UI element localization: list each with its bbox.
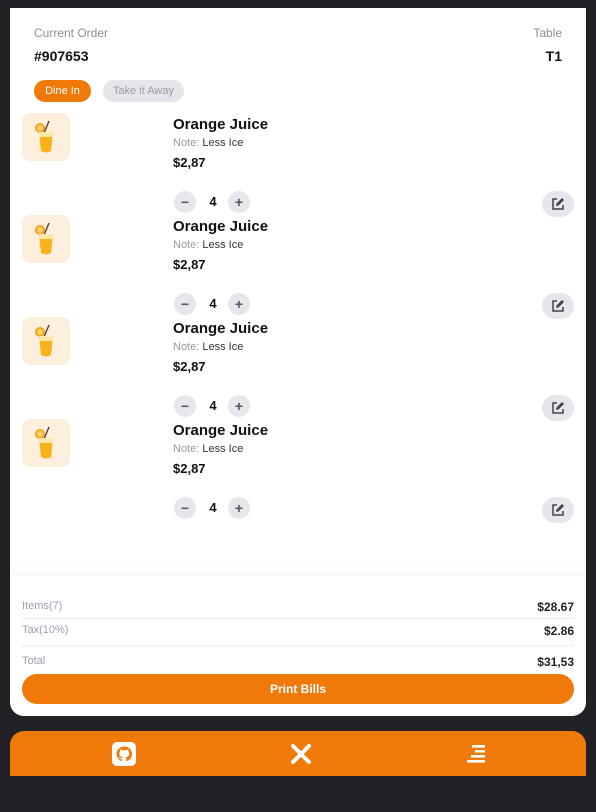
note-value: Less Ice <box>202 137 244 149</box>
decrease-quantity-button[interactable]: − <box>174 293 196 315</box>
increase-quantity-button[interactable]: + <box>228 191 250 213</box>
edit-icon <box>552 198 564 210</box>
order-item: Orange Juice Note: Less Ice $2,87 − 4 + <box>10 215 586 319</box>
bottom-navbar <box>10 731 586 776</box>
increase-quantity-button[interactable]: + <box>228 293 250 315</box>
orange-juice-icon <box>22 317 70 365</box>
order-summary: Items(7) $28.67 Tax(10%) $2.86 Total $31… <box>10 576 586 716</box>
note-label: Note: <box>173 341 200 353</box>
item-name: Orange Juice <box>173 116 269 133</box>
total-value: $31,53 <box>537 655 574 669</box>
decrease-quantity-button[interactable]: − <box>174 497 196 519</box>
edit-item-button[interactable] <box>542 395 574 421</box>
dine-in-button[interactable]: Dine In <box>34 80 91 102</box>
edit-item-button[interactable] <box>542 191 574 217</box>
note-value: Less Ice <box>202 239 244 251</box>
item-price: $2,87 <box>173 461 206 476</box>
current-order-label: Current Order <box>34 26 109 40</box>
edit-icon <box>552 504 564 516</box>
note-label: Note: <box>173 137 200 149</box>
item-quantity: 4 <box>209 398 217 413</box>
print-bills-button[interactable]: Print Bills <box>22 674 574 704</box>
edit-item-button[interactable] <box>542 293 574 319</box>
orange-juice-icon <box>22 419 70 467</box>
order-panel: Current Order #907653 Table T1 Dine In T… <box>10 8 586 716</box>
decrease-quantity-button[interactable]: − <box>174 191 196 213</box>
edit-item-button[interactable] <box>542 497 574 523</box>
close-icon[interactable] <box>288 741 314 767</box>
item-note: Note: Less Ice <box>173 341 243 353</box>
decrease-quantity-button[interactable]: − <box>174 395 196 417</box>
orange-juice-icon <box>22 113 70 161</box>
note-label: Note: <box>173 443 200 455</box>
item-note: Note: Less Ice <box>173 137 243 149</box>
item-name: Orange Juice <box>173 320 269 337</box>
items-subtotal: $28.67 <box>537 600 574 614</box>
divider <box>22 645 574 646</box>
order-number: #907653 <box>34 48 89 64</box>
order-item: Orange Juice Note: Less Ice $2,87 − 4 + <box>10 113 586 217</box>
tax-value: $2.86 <box>543 624 574 638</box>
menu-icon[interactable] <box>463 741 489 767</box>
item-note: Note: Less Ice <box>173 239 243 251</box>
order-item: Orange Juice Note: Less Ice $2,87 − 4 + <box>10 317 586 421</box>
note-value: Less Ice <box>202 443 244 455</box>
orange-juice-icon <box>22 215 70 263</box>
github-icon[interactable] <box>111 741 137 767</box>
item-quantity: 4 <box>209 194 217 209</box>
increase-quantity-button[interactable]: + <box>228 497 250 519</box>
item-note: Note: Less Ice <box>173 443 243 455</box>
item-price: $2,87 <box>173 359 206 374</box>
order-item: Orange Juice Note: Less Ice $2,87 − 4 + <box>10 419 586 523</box>
edit-icon <box>552 300 564 312</box>
table-label: Table <box>533 26 562 40</box>
total-label: Total <box>22 655 46 667</box>
divider <box>22 618 574 619</box>
note-label: Note: <box>173 239 200 251</box>
item-name: Orange Juice <box>173 218 269 235</box>
increase-quantity-button[interactable]: + <box>228 395 250 417</box>
item-quantity: 4 <box>209 500 217 515</box>
item-price: $2,87 <box>173 257 206 272</box>
note-value: Less Ice <box>202 341 244 353</box>
item-quantity: 4 <box>209 296 217 311</box>
take-it-away-button[interactable]: Take it Away <box>103 80 184 102</box>
items-count-label: Items(7) <box>22 600 63 612</box>
table-value: T1 <box>545 48 562 64</box>
item-name: Orange Juice <box>173 422 269 439</box>
item-price: $2,87 <box>173 155 206 170</box>
edit-icon <box>552 402 564 414</box>
tax-label: Tax(10%) <box>22 624 69 636</box>
